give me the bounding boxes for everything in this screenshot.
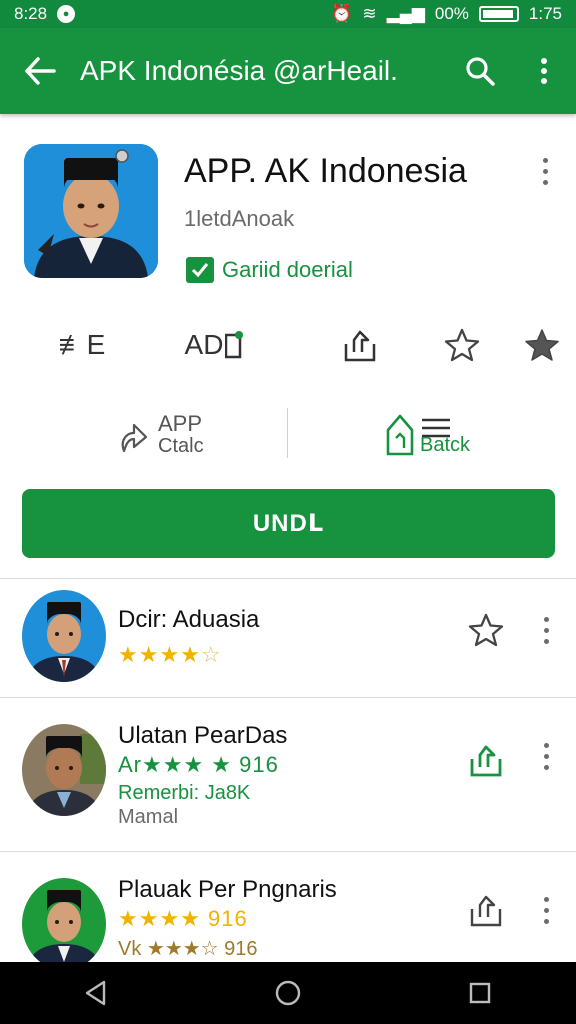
- category-app-line1: APP: [158, 411, 203, 436]
- signal-icon: ▂▄▆: [386, 4, 425, 23]
- list-item[interactable]: Dcir: Aduasia ★★★★☆: [0, 580, 576, 696]
- share-icon[interactable]: [334, 312, 386, 378]
- nav-home-icon[interactable]: [258, 968, 318, 1018]
- more-vert-icon[interactable]: [532, 736, 560, 776]
- list-item-sub: Vk ★★★☆ 916: [118, 938, 258, 960]
- battery-percent: 00%: [434, 4, 469, 23]
- avatar: [22, 724, 106, 816]
- avatar: [22, 878, 106, 962]
- search-icon[interactable]: [448, 28, 512, 114]
- ad-icon[interactable]: AD: [178, 312, 250, 378]
- list-item-name: Dcir: Aduasia: [118, 606, 260, 633]
- category-row: APP Ctalc Batck: [0, 396, 576, 474]
- nav-back-icon[interactable]: [66, 968, 126, 1018]
- editors-badge: Gariid doerial: [186, 257, 353, 283]
- list-item-name: Ulatan PearDas: [118, 722, 288, 749]
- star-outline-icon[interactable]: [436, 312, 488, 378]
- app-bar: APK Indonésia @arHeail.: [0, 28, 576, 114]
- app-icon[interactable]: [24, 144, 158, 278]
- alarm-icon: ⏰: [331, 4, 353, 23]
- rating-text: Ar★★★ ★ 916: [118, 752, 279, 777]
- app-more-icon[interactable]: [530, 154, 560, 188]
- rating-content-icon[interactable]: ≢E: [50, 312, 114, 378]
- category-app-line2: Ctalc: [158, 435, 204, 457]
- app-bar-title: APK Indonésia @arHeail.: [80, 55, 398, 86]
- share-outline-icon[interactable]: [464, 888, 508, 932]
- app-name: APP. AK Indonesia: [184, 152, 467, 190]
- list-item-developer: Remerbi: Ja8K: [118, 782, 251, 804]
- rating-text: ★★★★ 916: [118, 906, 248, 931]
- avatar: [22, 590, 106, 682]
- status-bar: 8:28 ● ⏰ ≋ ▂▄▆ 00% 1:75: [0, 0, 576, 28]
- wifi-icon: ≋: [362, 4, 377, 23]
- more-vert-icon[interactable]: [532, 890, 560, 930]
- share-icon[interactable]: [464, 738, 508, 782]
- category-home-label: Batck: [420, 434, 471, 456]
- list-item-sub: Mamal: [118, 806, 179, 828]
- status-clock-right: 1:75: [528, 4, 562, 23]
- ad-label: AD: [184, 329, 224, 360]
- app-header: APP. AK Indonesia 1letdAnoak Gariid doer…: [0, 114, 576, 294]
- rating-stars: ★★★★☆: [118, 642, 222, 667]
- notification-icon: ●: [57, 5, 76, 23]
- star-outline-icon[interactable]: [464, 608, 508, 652]
- category-app[interactable]: APP Ctalc: [118, 396, 204, 474]
- list-item-name: Plauak Per Pngnaris: [118, 876, 337, 903]
- nav-recents-icon[interactable]: [450, 968, 510, 1018]
- list-item[interactable]: Ulatan PearDas Ar★★★ ★ 916 Remerbi: Ja8K…: [0, 698, 576, 850]
- developer-name[interactable]: 1letdAnoak: [184, 206, 294, 232]
- back-arrow-icon[interactable]: [0, 28, 80, 114]
- info-icon-row: ≢E AD: [0, 312, 576, 378]
- divider: [0, 578, 576, 579]
- category-divider: [287, 408, 288, 458]
- badge-label: Gariid doerial: [222, 257, 353, 282]
- star-filled-icon[interactable]: [516, 312, 568, 378]
- more-vert-icon[interactable]: [532, 610, 560, 650]
- status-time: 8:28: [14, 4, 48, 23]
- battery-icon: [478, 6, 519, 22]
- install-button[interactable]: UNDⅬ: [22, 489, 555, 558]
- list-item[interactable]: Plauak Per Pngnaris ★★★★ 916 Vk ★★★☆ 916: [0, 852, 576, 962]
- more-vert-icon[interactable]: [512, 28, 576, 114]
- rating-content-label: ≢E: [58, 329, 106, 360]
- check-badge-icon: [186, 257, 214, 283]
- app-arrow-icon: [118, 411, 152, 460]
- system-nav-bar: [0, 962, 576, 1024]
